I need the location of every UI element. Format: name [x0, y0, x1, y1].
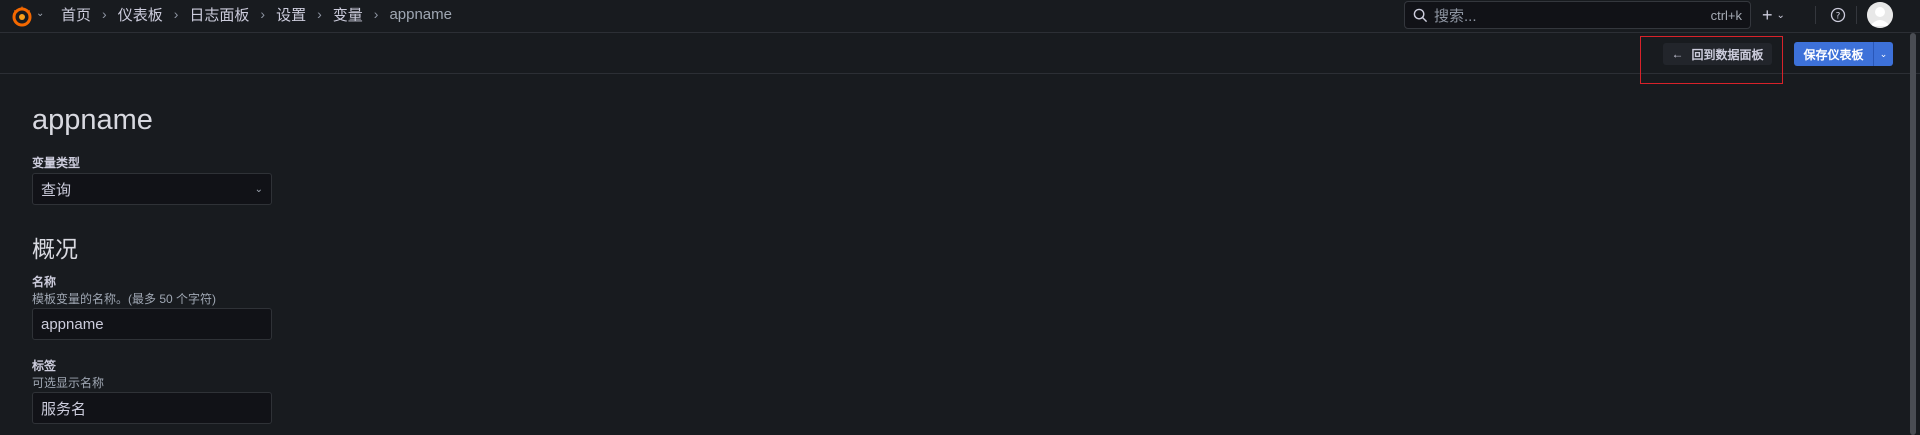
back-to-dashboard-button[interactable]: ← 回到数据面板 [1663, 43, 1772, 65]
breadcrumb-dashboards[interactable]: 仪表板 [118, 4, 163, 25]
save-dashboard-button[interactable]: 保存仪表板 [1794, 42, 1873, 66]
save-options-chevron-icon[interactable]: ⌄ [1873, 42, 1893, 66]
breadcrumb-separator-icon: › [260, 6, 266, 22]
tag-description: 可选显示名称 [32, 376, 105, 390]
search-placeholder: 搜索... [1434, 7, 1477, 25]
breadcrumb-dashboard[interactable]: 日志面板 [189, 4, 249, 25]
breadcrumb-variables[interactable]: 变量 [333, 4, 363, 25]
breadcrumb-separator-icon: › [317, 6, 322, 22]
variable-type-value: 查询 [41, 181, 72, 199]
arrow-left-icon: ← [1671, 47, 1684, 61]
breadcrumb: 首页 › 仪表板 › 日志面板 › 设置 › 变量 › appname [61, 0, 452, 28]
grafana-logo-icon[interactable] [10, 3, 36, 29]
page-title: appname [32, 104, 153, 136]
name-input[interactable]: appname [32, 308, 272, 340]
search-shortcut: ctrl+k [1710, 7, 1742, 23]
variable-type-label: 变量类型 [32, 156, 81, 170]
name-description: 模板变量的名称。(最多 50 个字符) [32, 292, 217, 306]
chevron-down-icon: ⌄ [254, 183, 263, 195]
top-nav-bar: ⌄ 首页 › 仪表板 › 日志面板 › 设置 › 变量 › appname 搜索… [0, 0, 1920, 33]
dashboard-toolbar [0, 34, 1920, 74]
chevron-down-icon[interactable]: ⌄ [36, 8, 44, 19]
breadcrumb-separator-icon: › [102, 6, 107, 22]
chevron-down-icon: ⌄ [1776, 9, 1785, 21]
variable-type-select[interactable]: 查询 ⌄ [32, 173, 272, 205]
svg-text:?: ? [1836, 12, 1841, 22]
scrollbar[interactable] [1910, 33, 1916, 435]
name-value: appname [41, 315, 104, 333]
tag-label: 标签 [32, 359, 57, 373]
section-title-overview: 概况 [32, 236, 78, 262]
name-label: 名称 [32, 275, 57, 289]
search-icon [1413, 8, 1428, 22]
tag-value: 服务名 [41, 400, 87, 418]
breadcrumb-separator-icon: › [173, 6, 179, 22]
divider [1815, 6, 1816, 24]
search-input[interactable]: 搜索... ctrl+k [1404, 1, 1751, 29]
tag-input[interactable]: 服务名 [32, 392, 272, 424]
breadcrumb-home[interactable]: 首页 [61, 4, 91, 25]
divider [1856, 6, 1857, 24]
breadcrumb-settings[interactable]: 设置 [276, 4, 306, 25]
plus-icon: + [1762, 4, 1773, 25]
add-button[interactable]: + ⌄ [1762, 4, 1785, 26]
breadcrumb-current: appname [389, 5, 452, 23]
breadcrumb-separator-icon: › [373, 6, 379, 22]
user-avatar[interactable] [1867, 2, 1893, 28]
help-icon[interactable]: ? [1829, 6, 1847, 24]
back-to-dashboard-label: 回到数据面板 [1691, 47, 1764, 62]
save-dashboard-button-group: 保存仪表板 ⌄ [1794, 42, 1893, 66]
